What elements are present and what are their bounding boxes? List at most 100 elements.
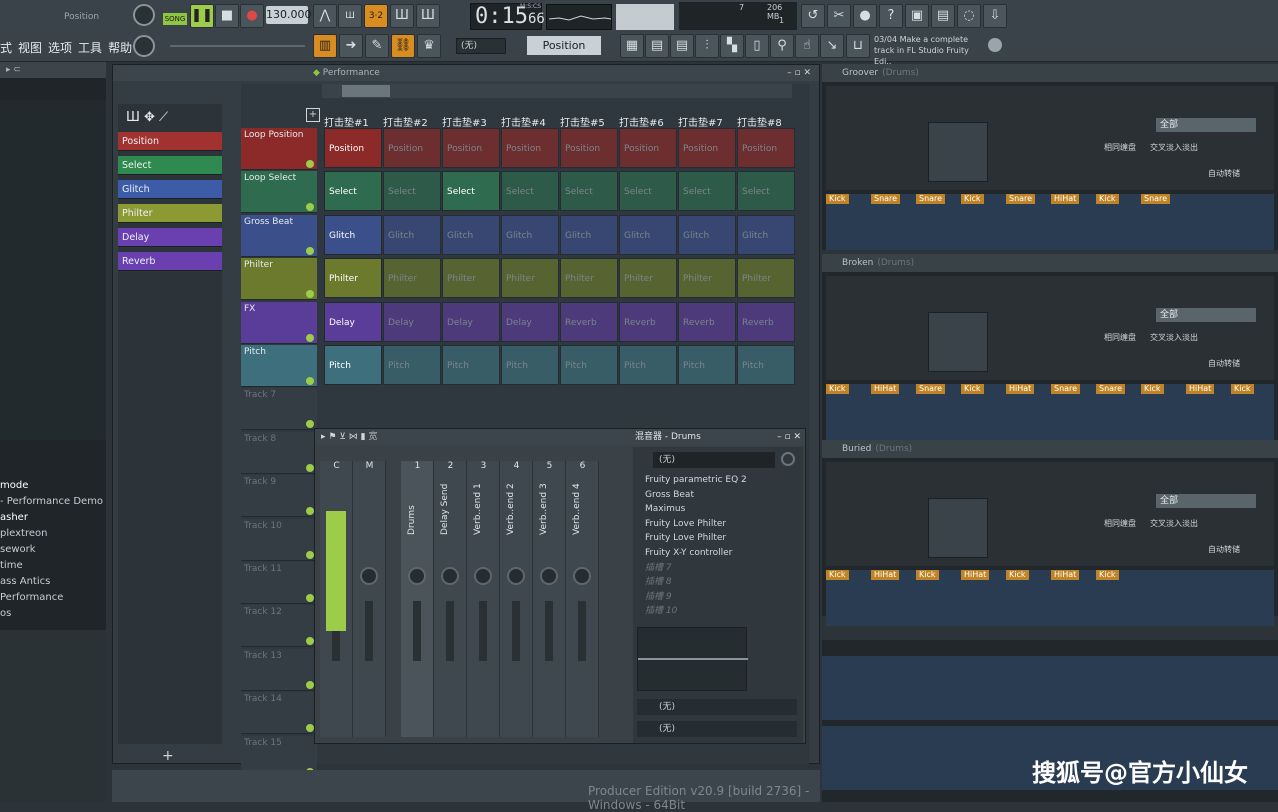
clip-cell[interactable]: Philter	[442, 258, 500, 299]
mixer-strip[interactable]: M	[353, 461, 386, 737]
mixer-strip[interactable]: 1 Drums	[401, 461, 434, 737]
fx-slot[interactable]: 插槽 10	[633, 604, 803, 619]
position-slider[interactable]	[170, 45, 305, 47]
pin-icon[interactable]: ↘	[820, 34, 844, 58]
pattern-item[interactable]: Delay	[118, 228, 222, 247]
fx-slot[interactable]: Maximus	[633, 502, 803, 517]
clip-cell[interactable]: Reverb	[560, 301, 618, 342]
piano-roll-icon[interactable]: ▤	[645, 34, 669, 58]
track-mute-icon[interactable]	[306, 160, 314, 168]
strip-fader[interactable]	[578, 601, 586, 661]
strip-pan-knob[interactable]	[408, 567, 426, 585]
track-mute-icon[interactable]	[306, 680, 314, 689]
track-mute-icon[interactable]	[306, 333, 314, 342]
master-volume-knob[interactable]	[133, 4, 155, 26]
sample-waveform[interactable]: Kick HiHat Snare Kick HiHat Snare Snare Kick HiH…	[826, 384, 1274, 440]
record-button[interactable]: ●	[240, 4, 264, 28]
clip-cell[interactable]: Philter	[678, 258, 736, 299]
mixer-icon[interactable]: ⫶	[695, 34, 719, 58]
clip-cell[interactable]: Philter	[501, 258, 559, 299]
loop-region[interactable]	[342, 85, 390, 97]
mixer-tools-icon[interactable]: ▸ ⚑ ⊻ ⋈ ▮	[321, 432, 366, 442]
pattern-item[interactable]: Position	[118, 132, 222, 151]
render-icon[interactable]: ▤	[931, 4, 955, 28]
track-mute-icon[interactable]	[306, 463, 314, 472]
fx-slot[interactable]: Fruity X-Y controller	[633, 546, 803, 561]
clip-cell[interactable]: Select	[324, 171, 382, 212]
download-icon[interactable]: ⇩	[983, 4, 1007, 28]
pattern-item[interactable]: Glitch	[118, 180, 222, 199]
clip-cell[interactable]: Pitch	[737, 345, 795, 385]
clip-cell[interactable]: Position	[501, 128, 559, 168]
clip-cell[interactable]: Position	[560, 128, 618, 168]
strip-pan-knob[interactable]	[360, 567, 378, 585]
stop-button[interactable]: ■	[215, 4, 239, 28]
pencil-icon[interactable]: ✎	[365, 34, 389, 58]
strip-fader[interactable]	[545, 601, 553, 661]
list-item[interactable]: - Performance Demo	[0, 494, 106, 510]
menu-item-view[interactable]: 视图	[18, 41, 42, 55]
input-select[interactable]: (无)	[653, 452, 775, 468]
track-mute-icon[interactable]	[306, 246, 314, 255]
clip-cell[interactable]: Delay	[442, 301, 500, 342]
clip-cell[interactable]: Select	[560, 171, 618, 212]
clip-cell[interactable]: Glitch	[737, 214, 795, 255]
clip-cell[interactable]: Delay	[501, 301, 559, 342]
list-item[interactable]: plextreon	[0, 526, 106, 542]
cut-icon[interactable]: ✂	[827, 4, 851, 28]
template-icon[interactable]: ▯	[745, 34, 769, 58]
menu-item-0[interactable]: 式	[0, 41, 12, 55]
strip-pan-knob[interactable]	[573, 567, 591, 585]
track-mute-icon[interactable]	[306, 377, 314, 385]
clip-cell[interactable]: Position	[442, 128, 500, 168]
fx-slot[interactable]: 插槽 8	[633, 575, 803, 590]
add-track-icon[interactable]: +	[306, 108, 320, 122]
clip-cell[interactable]: Philter	[619, 258, 677, 299]
pattern-item[interactable]: Philter	[118, 204, 222, 223]
strip-pan-knob[interactable]	[540, 567, 558, 585]
fx-slot[interactable]: 插槽 7	[633, 561, 803, 576]
track-mute-icon[interactable]	[306, 594, 314, 602]
blend-notes-icon[interactable]: Ш	[390, 4, 414, 28]
pattern-item[interactable]: Reverb	[118, 252, 222, 271]
mixer-knob-icon[interactable]	[781, 452, 795, 466]
menu-item-options[interactable]: 选项	[48, 41, 72, 55]
clip-cell[interactable]: Select	[442, 171, 500, 212]
mixer-strip[interactable]: 6 Verb..end 4	[566, 461, 599, 737]
clip-cell[interactable]: Position	[619, 128, 677, 168]
clip-cell[interactable]: Position	[737, 128, 795, 168]
clip-cell[interactable]: Pitch	[501, 345, 559, 385]
sample-waveform[interactable]: Kick HiHat Kick HiHat Kick HiHat Kick	[826, 570, 1274, 626]
clip-cell[interactable]: Glitch	[442, 214, 500, 255]
mixer-strip[interactable]: 5 Verb..end 3	[533, 461, 566, 737]
list-item[interactable]: mode	[0, 478, 106, 494]
mixer-strip[interactable]: 2 Delay Send	[434, 461, 467, 737]
wait-icon[interactable]: Ш	[338, 4, 362, 28]
clip-cell[interactable]: Glitch	[383, 214, 441, 255]
mode-select[interactable]: 全部	[1156, 308, 1256, 322]
help-icon[interactable]: ?	[879, 4, 903, 28]
stamp-icon[interactable]: ♛	[417, 34, 441, 58]
track-mute-icon[interactable]	[306, 550, 314, 559]
mode-select[interactable]: 全部	[1156, 494, 1256, 508]
clip-cell[interactable]: Philter	[324, 258, 382, 299]
master-pitch-knob[interactable]	[133, 35, 155, 57]
clip-cell[interactable]: Select	[383, 171, 441, 212]
list-item[interactable]: time	[0, 558, 106, 574]
arrow-icon[interactable]: ➜	[339, 34, 363, 58]
strip-fader[interactable]	[479, 601, 487, 661]
pattern-item[interactable]: Select	[118, 156, 222, 175]
plugin-icon[interactable]: ⚲	[770, 34, 794, 58]
clip-cell[interactable]: Position	[678, 128, 736, 168]
clip-cell[interactable]: Position	[383, 128, 441, 168]
clip-cell[interactable]: Position	[324, 128, 382, 168]
strip-fader[interactable]	[413, 601, 421, 661]
mixer-window-controls[interactable]: – ▫ ✕	[777, 429, 801, 445]
clip-cell[interactable]: Reverb	[678, 301, 736, 342]
play-button[interactable]: ❚❚	[190, 4, 214, 28]
strip-fader[interactable]	[365, 601, 373, 661]
loop-record-icon[interactable]: Ш	[416, 4, 440, 28]
save-icon[interactable]: ▣	[905, 4, 929, 28]
add-pattern-button[interactable]: +	[162, 748, 174, 764]
menu-item-tools[interactable]: 工具	[78, 41, 102, 55]
